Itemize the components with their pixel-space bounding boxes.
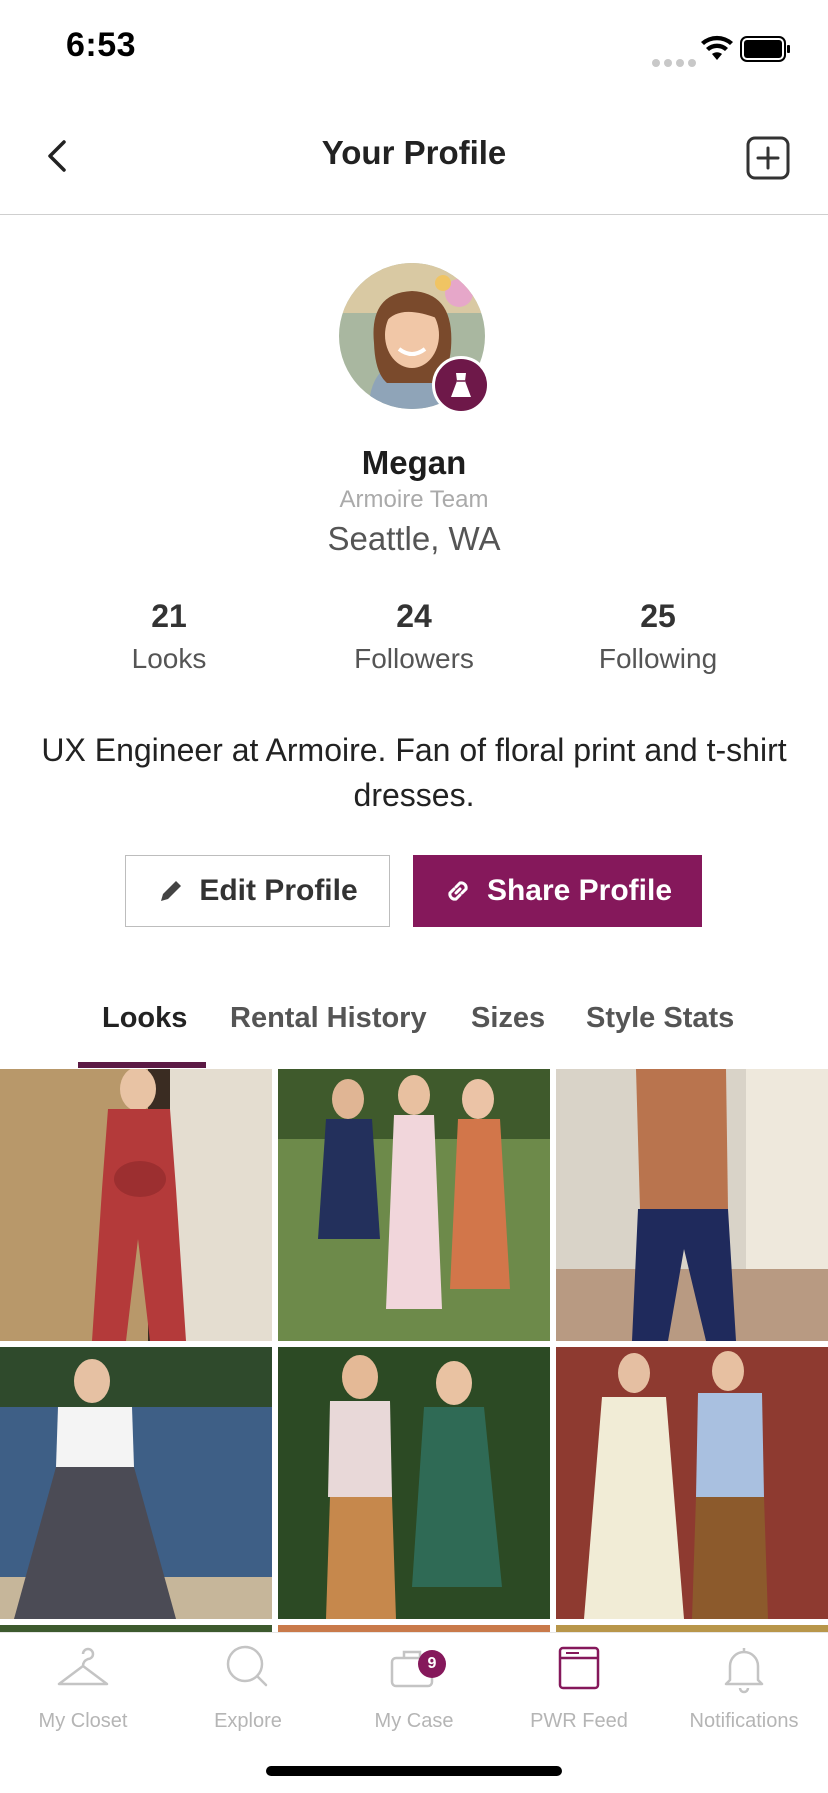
page-title: Your Profile bbox=[321, 134, 507, 171]
share-profile-button[interactable]: Share Profile bbox=[413, 855, 702, 927]
nav-my-case-label: My Case bbox=[374, 1710, 454, 1732]
stat-looks-value: 21 bbox=[151, 598, 187, 634]
profile-location: Seattle, WA bbox=[327, 520, 501, 557]
header-divider bbox=[0, 214, 828, 215]
share-profile-label: Share Profile bbox=[486, 874, 673, 907]
stat-following-label: Following bbox=[598, 643, 718, 674]
nav-pwr-feed[interactable]: PWR Feed bbox=[504, 1640, 654, 1733]
status-time: 6:53 bbox=[66, 26, 137, 64]
cellular-signal-icon bbox=[652, 54, 704, 67]
nav-notifications-label: Notifications bbox=[689, 1710, 799, 1732]
stat-followers-label: Followers bbox=[354, 643, 474, 674]
profile-team: Armoire Team bbox=[339, 486, 489, 513]
stat-looks[interactable]: 21 Looks bbox=[59, 598, 279, 675]
nav-pwr-feed-label: PWR Feed bbox=[530, 1710, 628, 1732]
search-icon bbox=[226, 1645, 268, 1687]
nav-explore[interactable]: Explore bbox=[173, 1640, 323, 1733]
stat-following-value: 25 bbox=[640, 598, 676, 634]
look-tile[interactable] bbox=[278, 1347, 550, 1619]
tab-sizes[interactable]: Sizes bbox=[471, 1002, 545, 1035]
pencil-icon bbox=[161, 881, 182, 901]
profile-name: Megan bbox=[361, 444, 467, 481]
case-count-badge: 9 bbox=[418, 1650, 446, 1678]
look-tile[interactable] bbox=[556, 1347, 828, 1619]
dress-badge-icon bbox=[432, 356, 490, 414]
bell-icon bbox=[724, 1648, 764, 1694]
look-tile[interactable] bbox=[278, 1069, 550, 1341]
edit-profile-label: Edit Profile bbox=[199, 874, 358, 907]
stat-looks-label: Looks bbox=[131, 643, 207, 674]
nav-my-closet[interactable]: My Closet bbox=[8, 1640, 158, 1733]
nav-my-case[interactable]: My Case bbox=[339, 1640, 489, 1733]
nav-notifications[interactable]: Notifications bbox=[669, 1640, 819, 1733]
look-tile[interactable] bbox=[556, 1069, 828, 1341]
stat-followers[interactable]: 24 Followers bbox=[304, 598, 524, 675]
feed-icon bbox=[558, 1646, 600, 1690]
look-tile[interactable] bbox=[0, 1347, 272, 1619]
stat-followers-value: 24 bbox=[396, 598, 432, 634]
nav-my-closet-label: My Closet bbox=[38, 1710, 128, 1732]
link-icon bbox=[448, 881, 468, 901]
tab-looks[interactable]: Looks bbox=[102, 1002, 187, 1035]
nav-explore-label: Explore bbox=[214, 1710, 282, 1732]
look-tile[interactable] bbox=[0, 1069, 272, 1341]
add-post-icon[interactable] bbox=[746, 136, 790, 180]
battery-icon bbox=[740, 36, 790, 62]
wifi-icon bbox=[701, 35, 733, 60]
stat-following[interactable]: 25 Following bbox=[548, 598, 768, 675]
profile-bio: UX Engineer at Armoire. Fan of floral pr… bbox=[41, 732, 787, 813]
tab-rental-history[interactable]: Rental History bbox=[230, 1002, 427, 1035]
active-tab-indicator bbox=[78, 1062, 206, 1068]
edit-profile-button[interactable]: Edit Profile bbox=[125, 855, 390, 927]
hanger-icon bbox=[57, 1647, 109, 1686]
tab-style-stats[interactable]: Style Stats bbox=[586, 1002, 734, 1035]
home-indicator bbox=[266, 1766, 562, 1776]
